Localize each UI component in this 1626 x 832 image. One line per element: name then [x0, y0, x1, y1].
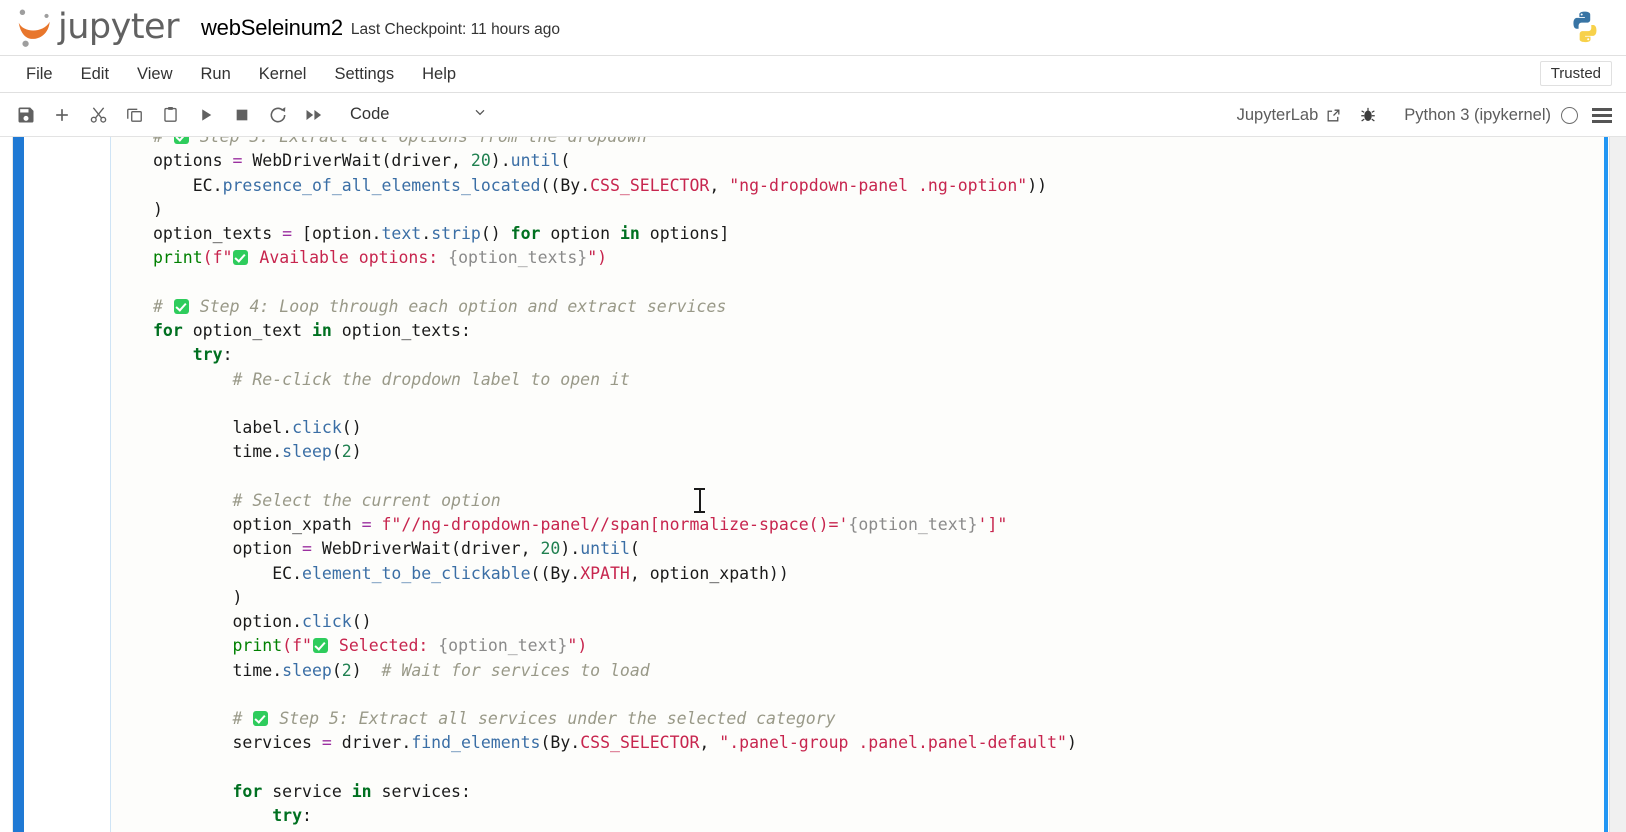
stop-button[interactable]: [224, 99, 260, 131]
checkmark-emoji-icon: [173, 298, 189, 314]
active-cell-indicator: [13, 137, 24, 832]
jupyter-logo[interactable]: jupyter: [14, 6, 179, 50]
restart-button[interactable]: [260, 99, 296, 131]
hamburger-icon[interactable]: [1592, 107, 1612, 123]
notebook-left-rail: [0, 137, 13, 832]
checkmark-emoji-icon: [233, 250, 249, 266]
save-icon: [18, 107, 34, 122]
paste-button[interactable]: [152, 99, 188, 131]
restart-circular-arrow-icon: [270, 106, 286, 122]
toolbar-right-group: JupyterLab Python 3 (ipykernel): [1229, 93, 1616, 137]
checkmark-emoji-icon: [173, 137, 189, 144]
run-button[interactable]: [188, 99, 224, 131]
kernel-status-idle-icon[interactable]: [1561, 106, 1578, 124]
menu-item-edit[interactable]: Edit: [67, 62, 123, 87]
code-source[interactable]: # Step 3: Extract all options from the d…: [153, 137, 1626, 828]
python-logo-icon: [1573, 11, 1597, 43]
code-cell-input[interactable]: # Step 3: Extract all options from the d…: [110, 137, 1626, 832]
notebook-toolbar: Code JupyterLab Python 3 (ipykernel): [0, 93, 1626, 137]
bug-icon: [1361, 107, 1375, 122]
notebook-scroll-area[interactable]: # Step 3: Extract all options from the d…: [0, 137, 1626, 832]
fast-forward-icon: [306, 109, 322, 120]
cell-type-select[interactable]: Code: [344, 100, 494, 130]
menu-item-run[interactable]: Run: [187, 62, 245, 87]
notebook-scrollbar[interactable]: [1609, 137, 1626, 832]
copy-icon: [126, 108, 142, 122]
restart-run-all-button[interactable]: [296, 99, 332, 131]
jupyter-notebook-window: jupyter webSeleinum2 Last Checkpoint: 11…: [0, 0, 1626, 832]
last-checkpoint-label: Last Checkpoint: 11 hours ago: [350, 20, 561, 38]
notebook-title[interactable]: webSeleinum2: [201, 15, 343, 41]
cell-type-value: Code: [350, 105, 390, 123]
code-editor[interactable]: # Step 3: Extract all options from the d…: [111, 137, 1626, 832]
save-button[interactable]: [8, 99, 44, 131]
scissors-icon: [90, 107, 106, 123]
menu-item-file[interactable]: File: [12, 62, 67, 87]
checkmark-emoji-icon: [253, 711, 269, 726]
copy-button[interactable]: [116, 99, 152, 131]
open-in-jupyterlab-button[interactable]: JupyterLab: [1229, 102, 1351, 129]
plus-icon: [56, 108, 68, 121]
kernel-name-label[interactable]: Python 3 (ipykernel): [1404, 106, 1551, 125]
menu-bar: File Edit View Run Kernel Settings Help …: [0, 55, 1626, 93]
insert-cell-button[interactable]: [44, 99, 80, 131]
notebook-header: jupyter webSeleinum2 Last Checkpoint: 11…: [0, 0, 1626, 55]
cell-prompt-gutter: [24, 137, 110, 832]
menu-item-help[interactable]: Help: [408, 62, 470, 87]
cut-button[interactable]: [80, 99, 116, 131]
jupyter-mark-icon: [18, 9, 50, 47]
clipboard-icon: [163, 106, 177, 122]
stop-square-icon: [236, 109, 248, 120]
menu-item-kernel[interactable]: Kernel: [245, 62, 321, 87]
external-link-icon: [1327, 109, 1340, 121]
jupyterlab-label: JupyterLab: [1236, 105, 1319, 124]
chevron-down-icon: [442, 104, 488, 125]
checkmark-emoji-icon: [312, 638, 328, 654]
debugger-button[interactable]: [1350, 99, 1386, 131]
trusted-badge[interactable]: Trusted: [1539, 61, 1612, 86]
jupyter-wordmark: jupyter: [58, 7, 179, 47]
menu-item-settings[interactable]: Settings: [320, 62, 408, 87]
play-icon: [202, 108, 212, 121]
cell-scrollbar-thumb[interactable]: [1604, 137, 1608, 832]
menu-item-view[interactable]: View: [123, 62, 186, 87]
